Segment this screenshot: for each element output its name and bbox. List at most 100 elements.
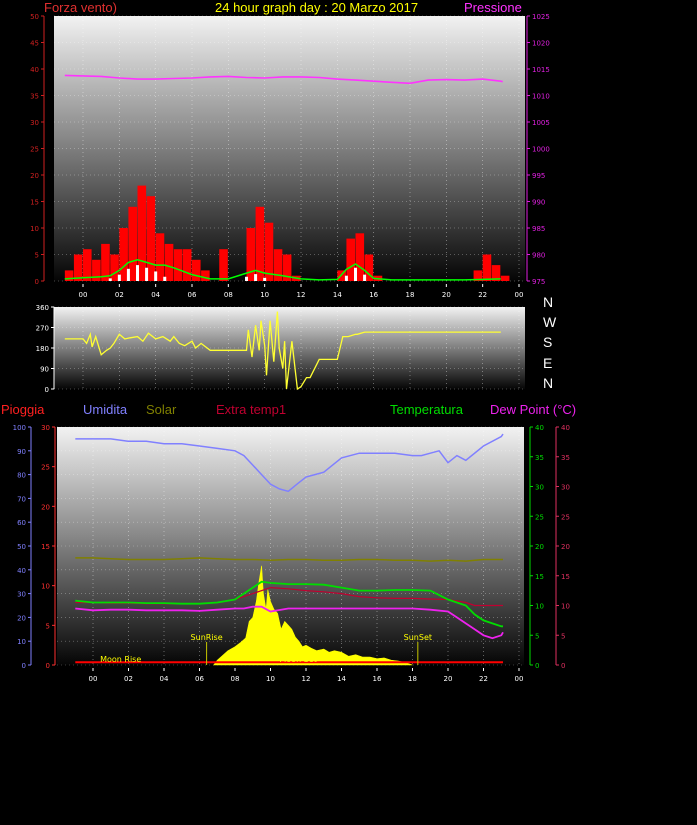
temperature-xtick-label: 10 <box>266 675 275 683</box>
pressure-axis-tick-label: 985 <box>532 225 545 233</box>
wind-low-bar <box>108 278 112 281</box>
wind-pressure-xtick-label: 08 <box>224 291 233 299</box>
wind-gust-bar <box>264 222 274 281</box>
wind-low-bar <box>245 276 248 281</box>
wind-pressure-chart: 0510152025303540455097598098599099510001… <box>30 13 550 299</box>
temperature-humidity-chart: SunRise SunSet Moon Rise Moon Set 0 10 20 30 40 5… <box>13 424 570 683</box>
dew-point-axis-tick-label: 15 <box>561 573 570 581</box>
wind-pressure-xtick-label: 18 <box>406 291 415 299</box>
temperature-axis-tick-label: 10 <box>535 603 544 611</box>
dew-point-axis-tick-label: 5 <box>561 632 565 640</box>
rain-axis-tick-label: 5 <box>46 622 50 630</box>
wind-low-bar <box>163 276 167 281</box>
wind-low-bar <box>263 277 267 281</box>
pressure-axis-tick-label: 980 <box>532 252 545 260</box>
wind-axis-tick-label: 30 <box>30 119 39 127</box>
temperature-xtick-label: 00 <box>515 675 524 683</box>
pressure-axis-tick-label: 990 <box>532 199 545 207</box>
wind-gust-bar <box>255 206 265 281</box>
wind-gust-bar <box>83 249 92 281</box>
annotation-label: SunRise <box>191 633 223 642</box>
pressure-axis-tick-label: 1020 <box>532 40 550 48</box>
temperature-xtick-label: 22 <box>479 675 488 683</box>
wind-gust-bar <box>500 275 510 281</box>
temperature-axis-tick-label: 0 <box>535 662 539 670</box>
compass-label-w: W <box>543 314 557 330</box>
wind-pressure-xtick-label: 00 <box>79 291 88 299</box>
rain-axis-tick-label: 10 <box>41 583 50 591</box>
compass-label-n: N <box>543 375 553 391</box>
wind-low-bar <box>363 274 367 281</box>
temperature-xtick-label: 12 <box>302 675 311 683</box>
compass-label-n: N <box>543 294 553 310</box>
rain-axis-tick-label: 25 <box>41 464 50 472</box>
humidity-axis-tick-label: 40 <box>17 567 26 575</box>
annotation-label: SunSet <box>404 633 432 642</box>
temperature-axis-tick-label: 25 <box>535 513 544 521</box>
wind-axis-tick-label: 50 <box>30 13 39 21</box>
temperature-xtick-label: 06 <box>195 675 204 683</box>
direction-axis-tick-label: 270 <box>36 325 49 333</box>
temperature-xtick-label: 18 <box>408 675 417 683</box>
dew-point-axis-tick-label: 0 <box>561 662 565 670</box>
wind-gust-bar <box>192 259 201 281</box>
humidity-axis-tick-label: 0 <box>22 662 26 670</box>
rain-axis-tick-label: 0 <box>46 662 50 670</box>
annotation-label: Moon Rise <box>100 655 141 664</box>
wind-gust-bar <box>73 254 83 281</box>
wind-gust-bar <box>219 249 228 281</box>
wind-low-bar <box>344 275 348 281</box>
wind-low-bar <box>126 268 130 281</box>
wind-gust-bar <box>482 254 492 281</box>
humidity-axis-tick-label: 70 <box>17 495 26 503</box>
wind-gust-bar <box>346 238 355 281</box>
wind-axis-tick-label: 25 <box>30 146 39 154</box>
wind-pressure-xtick-label: 00 <box>515 291 524 299</box>
dew-point-axis-tick-label: 25 <box>561 513 570 521</box>
pressure-axis-tick-label: 1025 <box>532 13 550 21</box>
wind-pressure-xtick-label: 10 <box>260 291 269 299</box>
dew-point-axis-tick-label: 20 <box>561 543 570 551</box>
wind-gust-bar <box>110 254 119 281</box>
wind-pressure-xtick-label: 06 <box>188 291 197 299</box>
wind-pressure-xtick-label: 12 <box>297 291 306 299</box>
wind-pressure-xtick-label: 04 <box>151 291 160 299</box>
wind-axis-tick-label: 45 <box>30 40 39 48</box>
rain-axis-tick-label: 30 <box>41 424 50 432</box>
wind-pressure-xtick-label: 14 <box>333 291 342 299</box>
wind-pressure-xtick-label: 16 <box>369 291 378 299</box>
humidity-axis-tick-label: 60 <box>17 519 26 527</box>
wind-axis-tick-label: 35 <box>30 93 39 101</box>
humidity-axis-tick-label: 20 <box>17 614 26 622</box>
direction-axis-tick-label: 0 <box>45 386 49 394</box>
wind-gust-bar <box>273 249 283 281</box>
humidity-axis-tick-label: 50 <box>17 543 26 551</box>
temperature-xtick-label: 00 <box>89 675 98 683</box>
wind-axis-tick-label: 15 <box>30 199 39 207</box>
wind-gust-bar <box>173 249 183 281</box>
pressure-axis-tick-label: 975 <box>532 278 545 286</box>
temperature-xtick-label: 14 <box>337 675 346 683</box>
pressure-axis-tick-label: 995 <box>532 172 545 180</box>
temperature-axis-tick-label: 35 <box>535 454 544 462</box>
dew-point-axis-tick-label: 35 <box>561 454 570 462</box>
compass-label-s: S <box>543 334 552 350</box>
rain-axis-tick-label: 15 <box>41 543 50 551</box>
wind-gust-bar <box>119 228 128 281</box>
pressure-axis-tick-label: 1000 <box>532 146 550 154</box>
wind-pressure-xtick-label: 20 <box>442 291 451 299</box>
wind-low-bar <box>136 265 139 281</box>
pressure-axis-tick-label: 1005 <box>532 119 550 127</box>
humidity-axis-tick-label: 90 <box>17 448 26 456</box>
humidity-axis-tick-label: 100 <box>13 424 26 432</box>
temperature-xtick-label: 16 <box>373 675 382 683</box>
temperature-xtick-label: 04 <box>160 675 169 683</box>
wind-low-bar <box>117 274 121 281</box>
wind-low-bar <box>254 274 258 281</box>
wind-axis-tick-label: 5 <box>35 252 39 260</box>
direction-axis-tick-label: 180 <box>36 345 49 353</box>
wind-low-bar <box>154 271 158 281</box>
wind-pressure-xtick-label: 22 <box>478 291 487 299</box>
dew-point-axis-tick-label: 10 <box>561 603 570 611</box>
wind-axis-tick-label: 20 <box>30 172 39 180</box>
